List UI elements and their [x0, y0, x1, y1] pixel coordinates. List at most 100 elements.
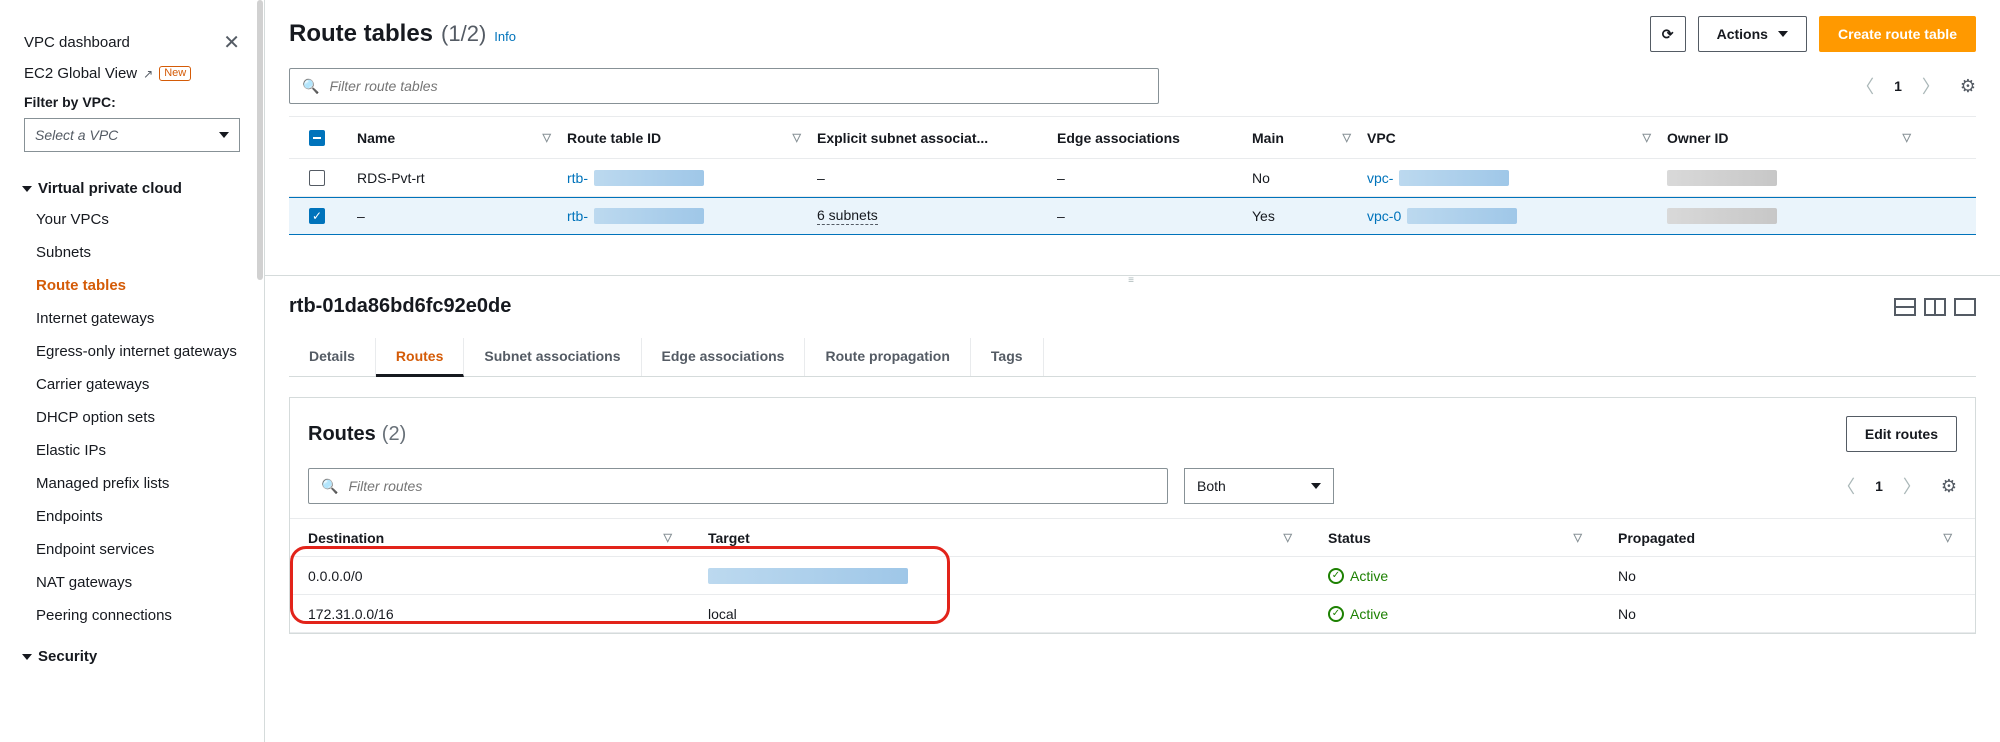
close-icon[interactable]: ✕: [223, 30, 256, 55]
table-row[interactable]: ✓ – rtb- 6 subnets – Yes vpc-0: [289, 197, 1976, 235]
tab-route-propagation[interactable]: Route propagation: [805, 338, 970, 376]
sidebar-item-endpoint-services[interactable]: Endpoint services: [16, 533, 264, 566]
col-edge-assoc[interactable]: Edge associations: [1049, 130, 1244, 146]
sidebar-item-nat-gateways[interactable]: NAT gateways: [16, 566, 264, 599]
col-propagated[interactable]: Propagated▽: [1600, 530, 1970, 546]
pane-splitter[interactable]: [265, 275, 2000, 285]
page-number: 1: [1894, 78, 1902, 94]
col-owner-id[interactable]: Owner ID▽: [1659, 130, 1919, 146]
vpc-link[interactable]: vpc-: [1367, 170, 1393, 186]
detail-tabs: Details Routes Subnet associations Edge …: [289, 338, 1976, 377]
routes-row[interactable]: 172.31.0.0/16 local ✓Active No: [290, 595, 1975, 633]
next-page-button[interactable]: 〉: [1918, 71, 1944, 101]
tab-tags[interactable]: Tags: [971, 338, 1044, 376]
select-vpc-dropdown[interactable]: Select a VPC: [24, 118, 240, 152]
routes-next-page[interactable]: 〉: [1899, 471, 1925, 501]
routes-grid: Destination▽ Target▽ Status▽ Propagated▽…: [290, 518, 1975, 633]
sort-icon: ▽: [1643, 131, 1651, 144]
refresh-button[interactable]: ⟳: [1650, 16, 1686, 52]
col-vpc[interactable]: VPC▽: [1359, 130, 1659, 146]
redacted: [1399, 170, 1509, 186]
sort-icon: ▽: [1574, 531, 1582, 544]
col-main[interactable]: Main▽: [1244, 130, 1359, 146]
table-row[interactable]: RDS-Pvt-rt rtb- – – No vpc-: [289, 159, 1976, 197]
sidebar-item-endpoints[interactable]: Endpoints: [16, 500, 264, 533]
col-explicit-subnet[interactable]: Explicit subnet associat...: [809, 130, 1049, 146]
sidebar-item-managed-prefix-lists[interactable]: Managed prefix lists: [16, 467, 264, 500]
redacted: [1407, 208, 1517, 224]
col-name[interactable]: Name▽: [349, 130, 559, 146]
sidebar-item-subnets[interactable]: Subnets: [16, 236, 264, 269]
tab-details[interactable]: Details: [289, 338, 376, 376]
pager: 〈 1 〉 ⚙: [1852, 71, 1976, 101]
cell-propagated: No: [1600, 568, 1970, 584]
gear-icon[interactable]: ⚙: [1941, 476, 1957, 497]
chevron-down-icon: [219, 132, 229, 138]
sidebar-dashboard-link[interactable]: VPC dashboard ✕: [16, 24, 264, 59]
col-status[interactable]: Status▽: [1310, 530, 1600, 546]
select-all-checkbox[interactable]: [309, 130, 325, 146]
filter-route-tables-search[interactable]: 🔍: [289, 68, 1159, 104]
check-circle-icon: ✓: [1328, 606, 1344, 622]
sidebar-item-route-tables[interactable]: Route tables: [16, 269, 264, 302]
redacted: [594, 170, 704, 186]
cell-destination: 172.31.0.0/16: [290, 606, 690, 622]
subnets-link[interactable]: 6 subnets: [817, 207, 878, 225]
routes-pager: 〈 1 〉 ⚙: [1833, 471, 1957, 501]
route-table-link[interactable]: rtb-: [567, 208, 588, 224]
cell-edge: –: [1049, 208, 1244, 224]
external-link-icon: ↗: [143, 67, 153, 81]
cell-rtid: rtb-: [559, 170, 809, 186]
routes-title: Routes (2): [308, 423, 406, 446]
gear-icon[interactable]: ⚙: [1960, 76, 1976, 97]
col-route-table-id[interactable]: Route table ID▽: [559, 130, 809, 146]
info-link[interactable]: Info: [494, 29, 516, 44]
col-target[interactable]: Target▽: [690, 530, 1310, 546]
sidebar-item-your-vpcs[interactable]: Your VPCs: [16, 203, 264, 236]
routes-filter-dropdown[interactable]: Both: [1184, 468, 1334, 504]
filter-routes-search[interactable]: 🔍: [308, 468, 1168, 504]
cell-owner: [1659, 208, 1919, 224]
tab-subnet-associations[interactable]: Subnet associations: [464, 338, 641, 376]
actions-button[interactable]: Actions: [1698, 16, 1807, 52]
filter-routes-input[interactable]: [346, 477, 1155, 495]
edit-routes-button[interactable]: Edit routes: [1846, 416, 1957, 452]
section-security-label: Security: [38, 648, 97, 665]
layout-horizontal-icon[interactable]: [1894, 298, 1916, 316]
sidebar-item-egress-only-igw[interactable]: Egress-only internet gateways: [16, 335, 264, 368]
layout-vertical-icon[interactable]: [1924, 298, 1946, 316]
actions-label: Actions: [1717, 26, 1768, 42]
sidebar-item-carrier-gateways[interactable]: Carrier gateways: [16, 368, 264, 401]
prev-page-button[interactable]: 〈: [1852, 71, 1878, 101]
sidebar-globalview-link[interactable]: EC2 Global View ↗ New: [16, 59, 264, 86]
routes-prev-page[interactable]: 〈: [1833, 471, 1859, 501]
sort-icon: ▽: [1903, 131, 1911, 144]
filter-route-tables-input[interactable]: [327, 77, 1146, 95]
tab-edge-associations[interactable]: Edge associations: [642, 338, 806, 376]
sidebar-item-peering-connections[interactable]: Peering connections: [16, 599, 264, 632]
cell-name: RDS-Pvt-rt: [349, 170, 559, 186]
redacted: [594, 208, 704, 224]
cell-vpc: vpc-0: [1359, 208, 1659, 224]
row-checkbox[interactable]: [309, 170, 325, 186]
cell-destination: 0.0.0.0/0: [290, 568, 690, 584]
route-table-link[interactable]: rtb-: [567, 170, 588, 186]
row-checkbox[interactable]: ✓: [309, 208, 325, 224]
routes-filter-value: Both: [1197, 478, 1226, 494]
scrollbar[interactable]: [257, 0, 263, 280]
tab-routes[interactable]: Routes: [376, 338, 464, 377]
sidebar-item-elastic-ips[interactable]: Elastic IPs: [16, 434, 264, 467]
vpc-link[interactable]: vpc-0: [1367, 208, 1401, 224]
layout-full-icon[interactable]: [1954, 298, 1976, 316]
routes-row[interactable]: 0.0.0.0/0 ✓Active No: [290, 557, 1975, 595]
sidebar-item-dhcp-option-sets[interactable]: DHCP option sets: [16, 401, 264, 434]
sidebar-item-internet-gateways[interactable]: Internet gateways: [16, 302, 264, 335]
sort-icon: ▽: [543, 131, 551, 144]
create-route-table-button[interactable]: Create route table: [1819, 16, 1976, 52]
col-destination[interactable]: Destination▽: [290, 530, 690, 546]
cell-edge: –: [1049, 170, 1244, 186]
sort-icon: ▽: [664, 531, 672, 544]
section-security-toggle[interactable]: Security: [16, 632, 264, 671]
section-vpc-toggle[interactable]: Virtual private cloud: [16, 164, 264, 203]
cell-main: Yes: [1244, 208, 1359, 224]
